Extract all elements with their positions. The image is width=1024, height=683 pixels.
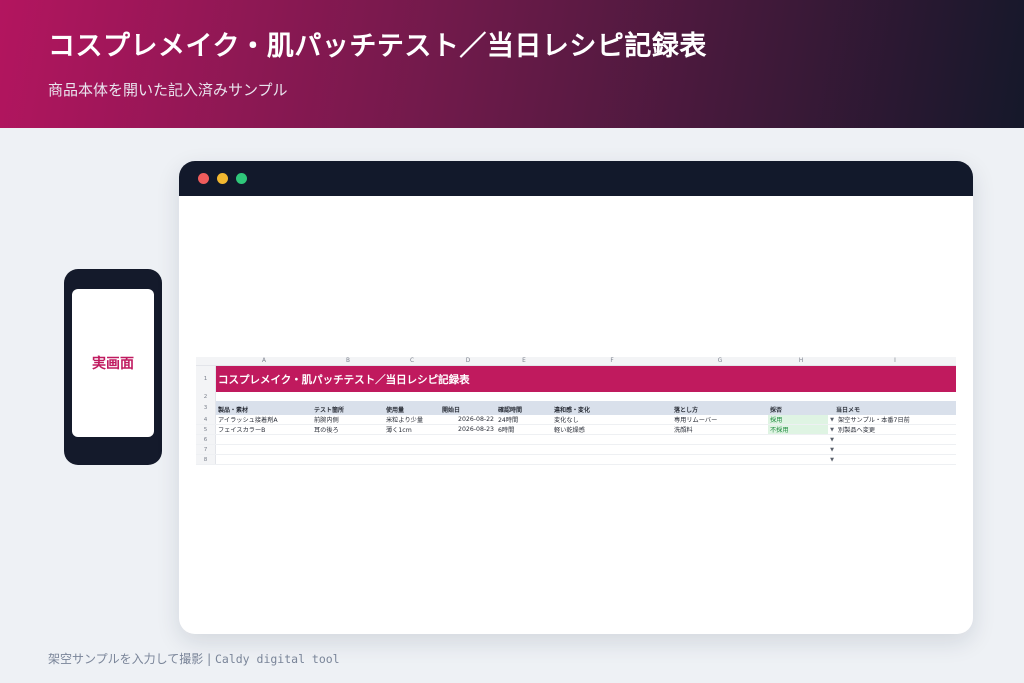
footer-note: 架空サンプルを入力して撮影 [48, 652, 204, 666]
page-title: コスプレメイク・肌パッチテスト／当日レシピ記録表 [48, 31, 707, 62]
sheet-title-cell[interactable]: コスプレメイク・肌パッチテスト／当日レシピ記録表 [218, 366, 470, 392]
column-header-e[interactable]: E [496, 357, 552, 365]
row-number[interactable]: 8 [196, 455, 216, 464]
sheet-title-row: 1 コスプレメイク・肌パッチテスト／当日レシピ記録表 [196, 366, 956, 392]
column-header-d[interactable]: D [440, 357, 496, 365]
footer-brand: Caldy digital tool [214, 652, 340, 666]
phone-screen: 実画面 [72, 289, 154, 437]
cell-start-date[interactable]: 2026-08-23 [440, 425, 496, 434]
table-row: 6 ▼ [196, 435, 956, 445]
header-memo[interactable]: 当日メモ [834, 401, 956, 415]
header-check-time[interactable]: 確認時間 [496, 401, 552, 415]
table-row: 8 ▼ [196, 455, 956, 465]
column-header-i[interactable]: I [834, 357, 956, 365]
column-header-g[interactable]: G [672, 357, 768, 365]
cell-test-area[interactable]: 前腕内側 [312, 415, 384, 424]
row-number[interactable]: 2 [196, 392, 216, 401]
header-amount[interactable]: 使用量 [384, 401, 440, 415]
cell-amount[interactable]: 米粒より少量 [384, 415, 440, 424]
phone-label: 実画面 [92, 356, 134, 372]
dropdown-arrow-icon[interactable]: ▼ [828, 435, 836, 444]
footer-separator: | [207, 652, 212, 666]
cell-product[interactable]: アイラッシュ接着剤A [216, 415, 312, 424]
header-product[interactable]: 製品・素材 [216, 401, 312, 415]
cell-reaction[interactable]: 軽い乾燥感 [552, 425, 672, 434]
dropdown-arrow-icon[interactable]: ▼ [828, 445, 836, 454]
cell-memo[interactable]: 架空サンプル・本番7日前 [836, 415, 956, 424]
cell-decision-dropdown[interactable]: 採用 [768, 415, 828, 424]
column-header-h[interactable]: H [768, 357, 834, 365]
table-row: 4 アイラッシュ接着剤A 前腕内側 米粒より少量 2026-08-22 24時間… [196, 415, 956, 425]
cell-removal[interactable]: 専用リムーバー [672, 415, 768, 424]
column-header-a[interactable]: A [216, 357, 312, 365]
dropdown-arrow-icon[interactable]: ▼ [828, 455, 836, 464]
spreadsheet-grid: A B C D E F G H I 1 コスプレメイク・肌パッチテスト／当日レシ… [196, 357, 956, 465]
cell-decision-dropdown[interactable]: 不採用 [768, 425, 828, 434]
table-header-row: 3 製品・素材 テスト箇所 使用量 開始日 確認時間 違和感・変化 落とし方 採… [196, 401, 956, 415]
spreadsheet: A B C D E F G H I 1 コスプレメイク・肌パッチテスト／当日レシ… [196, 357, 956, 472]
table-row: 5 フェイスカラーB 耳の後ろ 薄く1cm 2026-08-23 6時間 軽い乾… [196, 425, 956, 435]
row-number[interactable]: 3 [196, 401, 216, 415]
column-header-c[interactable]: C [384, 357, 440, 365]
row-number[interactable]: 4 [196, 415, 216, 424]
cell-product[interactable]: フェイスカラーB [216, 425, 312, 434]
header-removal[interactable]: 落とし方 [672, 401, 768, 415]
row-number[interactable]: 6 [196, 435, 216, 444]
cell-start-date[interactable]: 2026-08-22 [440, 415, 496, 424]
header-test-area[interactable]: テスト箇所 [312, 401, 384, 415]
column-header-row: A B C D E F G H I [196, 357, 956, 366]
cell-removal[interactable]: 洗顔料 [672, 425, 768, 434]
page-subtitle: 商品本体を開いた記入済みサンプル [48, 81, 288, 99]
row-number[interactable]: 7 [196, 445, 216, 454]
maximize-dot-icon [236, 173, 247, 184]
header-decision[interactable]: 採否 [768, 401, 834, 415]
window-titlebar [179, 161, 973, 196]
close-dot-icon [198, 173, 209, 184]
minimize-dot-icon [217, 173, 228, 184]
cell-reaction[interactable]: 変化なし [552, 415, 672, 424]
row-number[interactable]: 1 [196, 366, 216, 392]
dropdown-arrow-icon[interactable]: ▼ [828, 415, 836, 424]
header-banner: コスプレメイク・肌パッチテスト／当日レシピ記録表 商品本体を開いた記入済みサンプ… [0, 0, 1024, 128]
blank-row: 2 [196, 392, 956, 401]
column-header-f[interactable]: F [552, 357, 672, 365]
table-row: 7 ▼ [196, 445, 956, 455]
row-number[interactable]: 5 [196, 425, 216, 434]
header-start-date[interactable]: 開始日 [440, 401, 496, 415]
phone-mockup: 実画面 [64, 269, 162, 465]
dropdown-arrow-icon[interactable]: ▼ [828, 425, 836, 434]
cell-memo[interactable]: 別製品へ変更 [836, 425, 956, 434]
footer-caption: 架空サンプルを入力して撮影 | Caldy digital tool [48, 650, 340, 667]
cell-amount[interactable]: 薄く1cm [384, 425, 440, 434]
browser-window: A B C D E F G H I 1 コスプレメイク・肌パッチテスト／当日レシ… [179, 161, 973, 634]
column-header-b[interactable]: B [312, 357, 384, 365]
cell-check-time[interactable]: 6時間 [496, 425, 552, 434]
cell-test-area[interactable]: 耳の後ろ [312, 425, 384, 434]
header-reaction[interactable]: 違和感・変化 [552, 401, 672, 415]
corner-cell[interactable] [196, 357, 216, 365]
cell-check-time[interactable]: 24時間 [496, 415, 552, 424]
